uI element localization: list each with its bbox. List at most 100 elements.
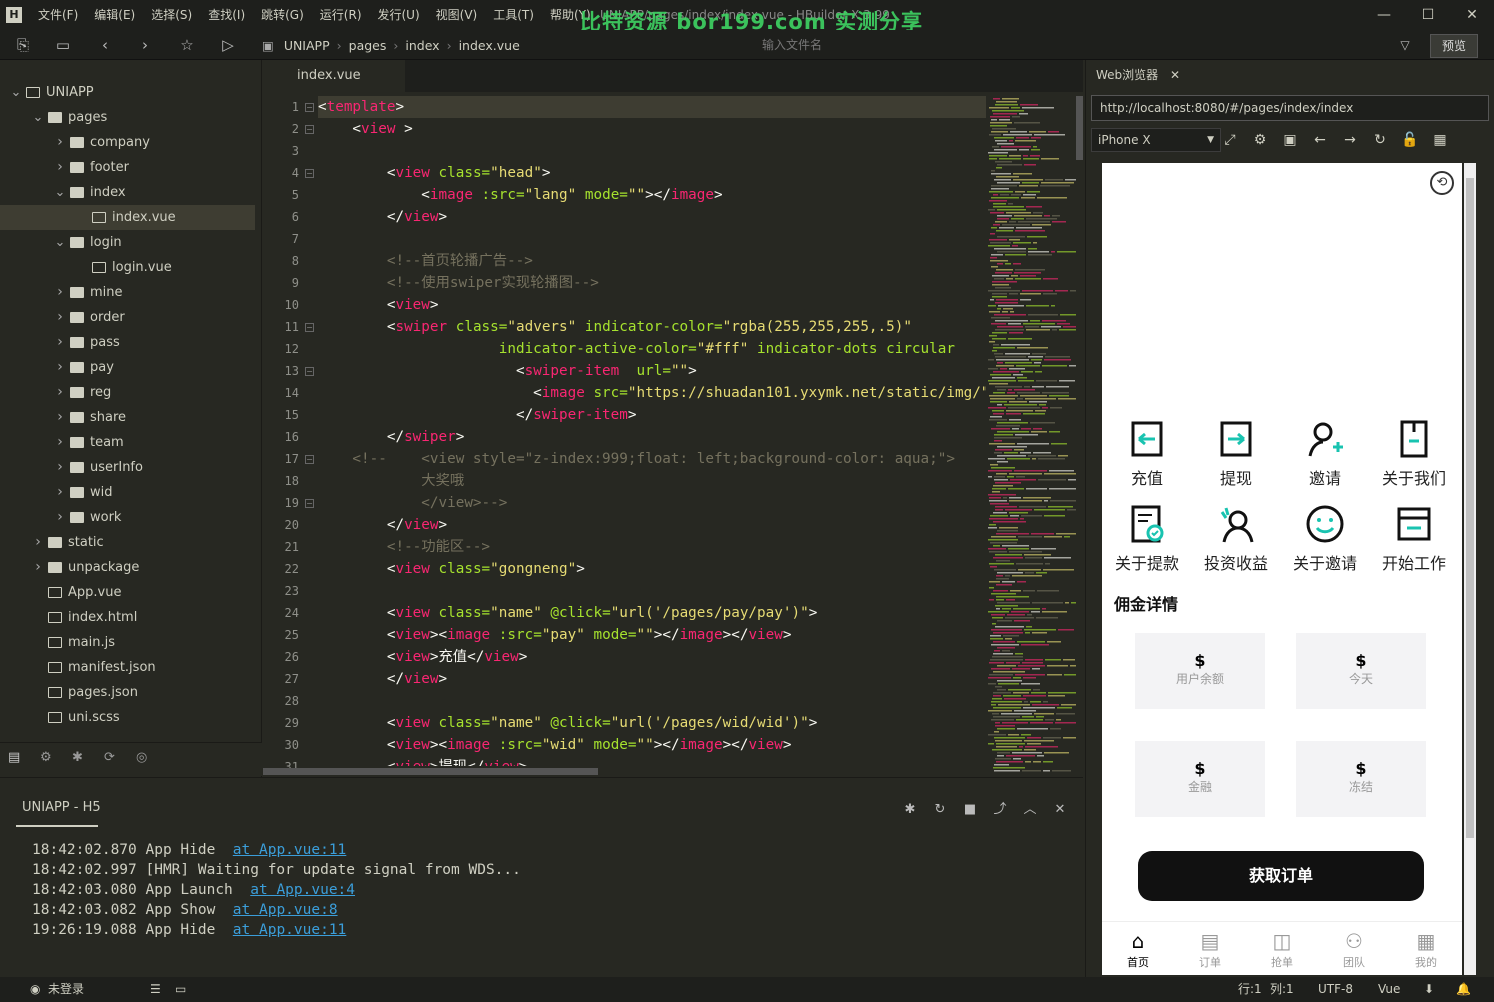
language-icon[interactable]: ⟲ xyxy=(1430,171,1454,195)
log-link[interactable]: at App.vue:8 xyxy=(233,902,338,918)
menu-item[interactable]: 视图(V) xyxy=(428,0,486,30)
tree-item-pay[interactable]: › pay xyxy=(0,355,255,380)
back-icon[interactable]: ‹ xyxy=(94,34,116,56)
commission-card[interactable]: $ 今天 xyxy=(1296,633,1426,709)
breadcrumb-item[interactable]: UNIAPP xyxy=(284,38,330,53)
screenshot-icon[interactable]: ▣ xyxy=(1280,130,1300,150)
git-icon[interactable]: ⟳ xyxy=(104,750,115,765)
tree-item-mine[interactable]: › mine xyxy=(0,280,255,305)
code-editor[interactable]: <template> <view > <view class="head"> <… xyxy=(318,96,986,766)
url-input[interactable]: http://localhost:8080/#/pages/index/inde… xyxy=(1091,95,1489,121)
preview-button[interactable]: 预览 xyxy=(1430,34,1478,58)
close-window-icon[interactable]: ✕ xyxy=(1450,0,1494,30)
breadcrumb-item[interactable]: pages xyxy=(349,38,387,53)
editor-vertical-scrollbar[interactable] xyxy=(1076,96,1083,160)
lock-icon[interactable]: 🔓 xyxy=(1400,130,1420,150)
editor-horizontal-scrollbar[interactable] xyxy=(263,768,598,775)
language-mode[interactable]: Vue xyxy=(1378,977,1400,1002)
maximize-icon[interactable]: ☐ xyxy=(1406,0,1450,30)
fold-icon[interactable]: − xyxy=(305,169,314,178)
tree-item-share[interactable]: › share xyxy=(0,405,255,430)
menu-item[interactable]: 编辑(E) xyxy=(86,0,143,30)
menu-item[interactable]: 发行(U) xyxy=(370,0,428,30)
restart-icon[interactable]: ↻ xyxy=(930,800,950,820)
terminal-icon[interactable]: ▭ xyxy=(175,977,186,1002)
fold-icon[interactable]: − xyxy=(305,499,314,508)
tree-item-pages-json[interactable]: pages.json xyxy=(0,680,255,705)
tab-5[interactable]: ▦ 我的 xyxy=(1390,922,1462,975)
tree-item-userinfo[interactable]: › userInfo xyxy=(0,455,255,480)
tab-web-browser[interactable]: Web浏览器 ✕ xyxy=(1086,60,1194,90)
tree-item-company[interactable]: › company xyxy=(0,130,255,155)
minimize-icon[interactable]: — xyxy=(1362,0,1406,30)
filter-icon[interactable]: ▽ xyxy=(1394,34,1416,56)
device-select[interactable]: iPhone X ▼ xyxy=(1091,128,1221,152)
login-status[interactable]: 未登录 xyxy=(48,977,84,1002)
grid-item-4[interactable]: 关于我们 xyxy=(1369,419,1459,489)
star-icon[interactable]: ☆ xyxy=(176,34,198,56)
tree-item-login[interactable]: ⌄ login xyxy=(0,230,255,255)
get-order-button[interactable]: 获取订单 xyxy=(1138,851,1424,901)
grid-item-8[interactable]: 开始工作 xyxy=(1369,504,1459,574)
tree-item-uniapp[interactable]: ⌄ UNIAPP xyxy=(0,80,255,105)
tree-item-pages[interactable]: ⌄ pages xyxy=(0,105,255,130)
user-icon[interactable]: ◉ xyxy=(30,977,40,1002)
tree-item-app-vue[interactable]: App.vue xyxy=(0,580,255,605)
tree-item-reg[interactable]: › reg xyxy=(0,380,255,405)
tree-item-unpackage[interactable]: › unpackage xyxy=(0,555,255,580)
list-icon[interactable]: ☰ xyxy=(150,977,161,1002)
tree-item-team[interactable]: › team xyxy=(0,430,255,455)
tree-item-uni-scss[interactable]: uni.scss xyxy=(0,705,255,730)
file-search-input[interactable]: 输入文件名 xyxy=(730,34,1410,56)
menu-item[interactable]: 查找(I) xyxy=(200,0,253,30)
new-file-icon[interactable]: ⎘ xyxy=(12,34,34,56)
minimap[interactable] xyxy=(986,96,1101,776)
tab-4[interactable]: ⚇ 团队 xyxy=(1318,922,1390,975)
phone-scrollbar[interactable] xyxy=(1464,163,1476,975)
fold-icon[interactable]: − xyxy=(305,367,314,376)
tree-item-index-html[interactable]: index.html xyxy=(0,605,255,630)
stop-icon[interactable]: ■ xyxy=(960,800,980,820)
explorer-icon[interactable]: ▤ xyxy=(8,750,20,765)
debug-icon[interactable]: ✱ xyxy=(72,750,83,765)
fold-icon[interactable]: − xyxy=(305,103,314,112)
tab-1[interactable]: ⌂ 首页 xyxy=(1102,922,1174,975)
notification-icon[interactable]: 🔔 xyxy=(1456,977,1471,1002)
grid-item-6[interactable]: 投资收益 xyxy=(1191,504,1281,574)
menu-item[interactable]: 工具(T) xyxy=(485,0,542,30)
collapse-icon[interactable]: ︿ xyxy=(1020,800,1040,820)
breadcrumb-item[interactable]: index xyxy=(405,38,439,53)
fold-icon[interactable]: − xyxy=(305,455,314,464)
run-icon[interactable]: ▷ xyxy=(217,34,239,56)
forward-icon[interactable]: › xyxy=(134,34,156,56)
rotate-icon[interactable]: ⤢ xyxy=(1220,130,1240,150)
menu-item[interactable]: 选择(S) xyxy=(143,0,200,30)
browser-back-icon[interactable]: ← xyxy=(1310,130,1330,150)
tree-item-pass[interactable]: › pass xyxy=(0,330,255,355)
commission-card[interactable]: $ 用户余额 xyxy=(1135,633,1265,709)
close-tab-icon[interactable]: ✕ xyxy=(1170,68,1180,82)
tab-2[interactable]: ▤ 订单 xyxy=(1174,922,1246,975)
fold-icon[interactable]: − xyxy=(305,323,314,332)
web-icon[interactable]: ◎ xyxy=(136,750,147,765)
plugin-icon[interactable]: ⚙ xyxy=(40,750,52,765)
settings-icon[interactable]: ⚙ xyxy=(1250,130,1270,150)
qr-code-icon[interactable]: ▦ xyxy=(1430,130,1450,150)
breadcrumb-item[interactable]: index.vue xyxy=(459,38,520,53)
grid-item-1[interactable]: 充值 xyxy=(1102,419,1192,489)
fold-icon[interactable]: − xyxy=(305,125,314,134)
tree-item-wid[interactable]: › wid xyxy=(0,480,255,505)
tree-item-footer[interactable]: › footer xyxy=(0,155,255,180)
menu-item[interactable]: 跳转(G) xyxy=(253,0,312,30)
open-external-icon[interactable]: ⤴ xyxy=(990,800,1010,820)
grid-item-7[interactable]: 关于邀请 xyxy=(1280,504,1370,574)
commission-card[interactable]: $ 金融 xyxy=(1135,741,1265,817)
clear-console-icon[interactable]: ✕ xyxy=(1050,800,1070,820)
grid-item-5[interactable]: 关于提款 xyxy=(1102,504,1192,574)
tree-item-main-js[interactable]: main.js xyxy=(0,630,255,655)
download-icon[interactable]: ⬇ xyxy=(1424,977,1434,1002)
browser-forward-icon[interactable]: → xyxy=(1340,130,1360,150)
tree-item-order[interactable]: › order xyxy=(0,305,255,330)
tab-index-vue[interactable]: index.vue xyxy=(263,60,405,92)
refresh-icon[interactable]: ↻ xyxy=(1370,130,1390,150)
